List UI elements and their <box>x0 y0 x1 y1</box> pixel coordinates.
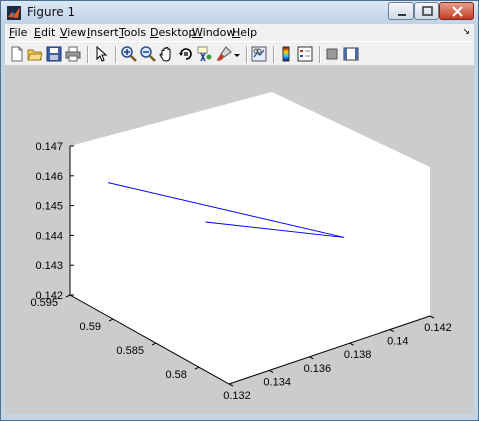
hide-plot-tools-icon[interactable] <box>324 46 340 62</box>
rotate-3d-icon[interactable] <box>178 46 194 62</box>
maximize-icon <box>422 6 433 16</box>
menu-file[interactable]: File <box>9 26 27 39</box>
menu-insert[interactable]: Insert <box>87 26 119 39</box>
x-tick-mark <box>429 315 435 319</box>
menu-help[interactable]: Help <box>232 26 257 39</box>
matlab-icon <box>7 5 21 20</box>
x-tick-mark <box>309 356 314 360</box>
z-tick-label: 0.142 <box>35 290 63 302</box>
x-tick-label: 0.132 <box>223 390 251 402</box>
data-cursor-icon[interactable] <box>197 46 213 62</box>
toolbar-separator <box>273 46 275 63</box>
maximize-button[interactable] <box>414 2 439 20</box>
menu-edit[interactable]: Edit <box>34 26 55 39</box>
pan-icon[interactable] <box>159 46 175 62</box>
edit-plot-icon[interactable] <box>93 46 109 62</box>
y-tick-label: 0.58 <box>165 369 186 381</box>
insert-legend-icon[interactable] <box>297 46 313 62</box>
show-plot-tools-icon[interactable] <box>343 46 359 62</box>
dock-figure-icon[interactable]: ↘ <box>462 27 470 37</box>
y-tick-label: 0.585 <box>116 345 144 357</box>
axes-3d[interactable]: 0.132 0.134 0.136 0.138 0.14 0.142 0.58 0.585 0.… <box>5 66 474 414</box>
window-title: Figure 1 <box>27 5 76 19</box>
zoom-out-icon[interactable] <box>140 46 156 62</box>
figure-canvas[interactable]: 0.132 0.134 0.136 0.138 0.14 0.142 0.58 0.585 0.… <box>5 66 474 414</box>
x-tick-label: 0.142 <box>424 322 452 334</box>
y-tick-label: 0.59 <box>80 321 101 333</box>
toolbar-separator <box>319 46 321 63</box>
x-tick-label: 0.134 <box>263 376 291 388</box>
toolbar-separator <box>115 46 117 63</box>
axes-box <box>70 92 430 384</box>
x-tick-mark <box>389 329 395 333</box>
x-tick-label: 0.138 <box>344 349 372 361</box>
toolbar-separator <box>246 46 248 63</box>
y-tick-mark <box>151 342 157 346</box>
z-tick-label: 0.144 <box>35 230 63 242</box>
open-file-icon[interactable] <box>27 46 43 62</box>
save-icon[interactable] <box>46 46 62 62</box>
menu-desktop[interactable]: Desktop <box>150 26 195 39</box>
x-tick-label: 0.14 <box>387 336 408 348</box>
menu-view[interactable]: View <box>60 26 86 39</box>
y-tick-mark <box>194 366 200 370</box>
minimize-icon <box>398 14 406 16</box>
insert-colorbar-icon[interactable] <box>278 46 294 62</box>
x-tick-mark <box>268 369 274 373</box>
y-tick-mark <box>65 294 71 298</box>
z-tick-label: 0.147 <box>35 141 63 153</box>
minimize-button[interactable] <box>388 2 414 20</box>
close-icon <box>452 6 463 17</box>
figure-toolbar <box>5 41 474 66</box>
z-tick-label: 0.143 <box>35 260 63 272</box>
x-tick-mark <box>228 383 234 387</box>
x-tick-mark <box>349 342 354 346</box>
zoom-in-icon[interactable] <box>121 46 137 62</box>
new-figure-icon[interactable] <box>9 46 25 62</box>
x-tick-label: 0.136 <box>304 363 332 375</box>
figure-window: Figure 1 File Edit View Insert Tools Des… <box>0 0 479 421</box>
y-tick-mark <box>108 318 114 322</box>
brush-dropdown-icon[interactable] <box>233 46 241 62</box>
menu-bar: File Edit View Insert Tools Desktop Wind… <box>5 24 474 41</box>
z-tick-label: 0.145 <box>35 201 63 213</box>
menu-tools[interactable]: Tools <box>119 26 146 39</box>
link-plot-icon[interactable] <box>251 46 267 62</box>
close-button[interactable] <box>439 2 474 20</box>
brush-icon[interactable] <box>216 46 232 62</box>
title-bar[interactable]: Figure 1 <box>1 1 478 23</box>
toolbar-separator <box>87 46 89 63</box>
menu-window[interactable]: Window <box>192 26 235 39</box>
print-icon[interactable] <box>65 46 81 62</box>
z-tick-label: 0.146 <box>35 171 63 183</box>
